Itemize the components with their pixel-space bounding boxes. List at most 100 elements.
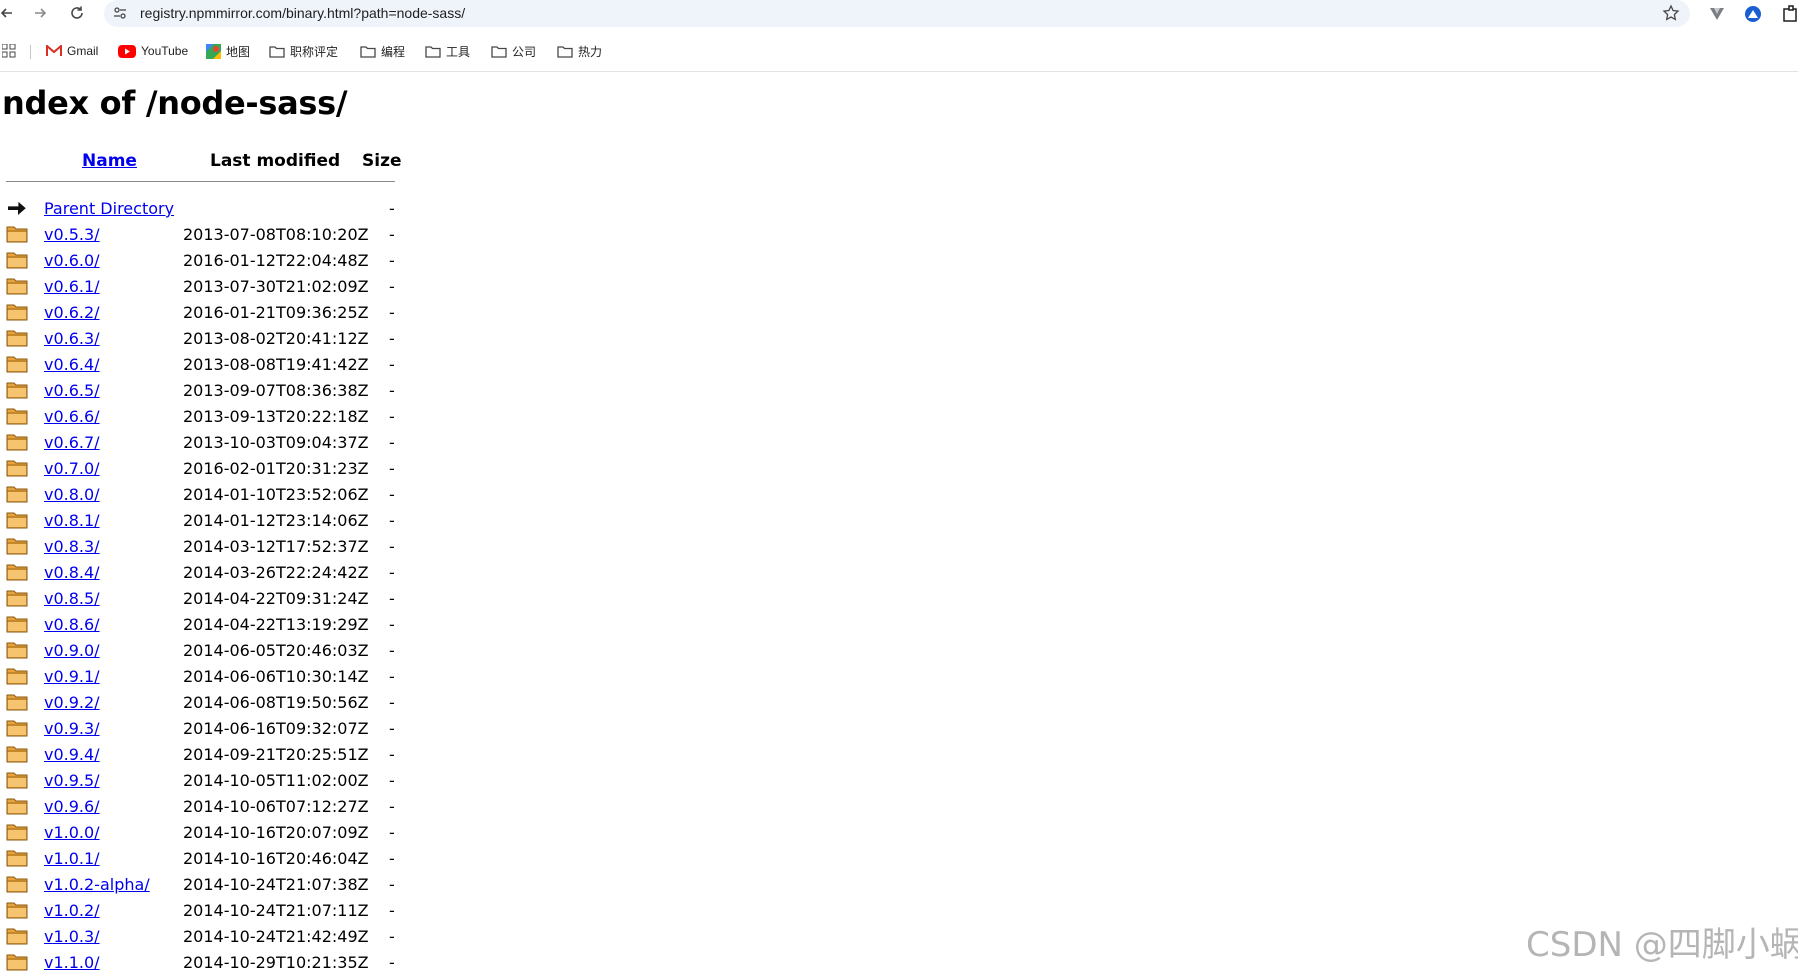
directory-link[interactable]: v0.8.0/ [44,485,100,504]
directory-link[interactable]: v1.0.3/ [44,927,100,946]
extension-profile-icon[interactable] [1743,4,1763,24]
list-item: v1.0.0/2014-10-16T20:07:09Z - [0,820,420,846]
directory-link[interactable]: v0.8.6/ [44,615,100,634]
watermark: CSDN @四脚小蜗 [1526,925,1798,965]
last-modified: 2014-06-08T19:50:56Z [183,693,369,712]
bookmark-label: YouTube [141,44,189,58]
bookmarks-bar: Gmail YouTube 地图 职称评定 编程 工具 公司 热力 [0,38,1798,64]
directory-link[interactable]: v0.6.5/ [44,381,100,400]
bookmarks-separator [30,45,31,59]
folder-icon [6,642,28,659]
back-button[interactable] [0,2,18,24]
file-size: - [389,693,395,712]
reload-button[interactable] [66,2,88,24]
bookmark-folder-reli[interactable]: 热力 [557,38,602,64]
directory-link[interactable]: v0.9.5/ [44,771,100,790]
list-item: v1.0.3/2014-10-24T21:42:49Z - [0,924,420,950]
file-size: - [389,459,395,478]
last-modified: 2016-01-21T09:36:25Z [183,303,369,322]
directory-link[interactable]: v0.6.0/ [44,251,100,270]
bookmark-folder-gongsi[interactable]: 公司 [491,38,536,64]
directory-link[interactable]: v0.9.6/ [44,797,100,816]
last-modified: 2013-07-08T08:10:20Z [183,225,369,244]
folder-icon [6,278,28,295]
bookmark-youtube[interactable]: YouTube [118,38,188,64]
last-modified: 2016-01-12T22:04:48Z [183,251,369,270]
directory-link[interactable]: v0.8.1/ [44,511,100,530]
header-divider [6,181,395,182]
bookmark-folder-zhicheng[interactable]: 职称评定 [269,38,338,64]
directory-link[interactable]: v0.7.0/ [44,459,100,478]
directory-link[interactable]: v0.9.3/ [44,719,100,738]
directory-link[interactable]: v0.6.7/ [44,433,100,452]
column-header-last-modified: Last modified [210,151,341,171]
folder-icon [6,902,28,919]
file-size: - [389,823,395,842]
bookmark-folder-gongju[interactable]: 工具 [425,38,470,64]
directory-link[interactable]: v0.8.4/ [44,563,100,582]
address-bar[interactable]: registry.npmmirror.com/binary.html?path=… [104,0,1690,27]
list-item: v0.7.0/2016-02-01T20:31:23Z - [0,456,420,482]
directory-link[interactable]: v0.9.4/ [44,745,100,764]
bookmark-gmail[interactable]: Gmail [46,38,98,64]
extensions-puzzle-icon[interactable] [1781,4,1798,24]
extension-vee-icon[interactable] [1707,4,1727,24]
arrow-left-icon [0,8,12,18]
column-header-size: Size [362,151,402,171]
gmail-icon [46,45,62,56]
url-text[interactable]: registry.npmmirror.com/binary.html?path=… [140,0,465,27]
directory-link[interactable]: v0.9.1/ [44,667,100,686]
maps-icon [206,43,221,59]
file-size: - [389,875,395,894]
bookmark-maps[interactable]: 地图 [206,38,250,64]
file-size: - [389,667,395,686]
forward-button[interactable] [29,2,51,24]
file-size: - [389,563,395,582]
directory-link[interactable]: v1.0.2/ [44,901,100,920]
parent-directory-link[interactable]: Parent Directory [44,199,174,218]
site-settings-icon[interactable] [112,5,128,21]
file-size: - [389,927,395,946]
folder-icon [6,590,28,607]
directory-link[interactable]: v1.0.1/ [44,849,100,868]
directory-link[interactable]: v0.8.3/ [44,537,100,556]
file-size: - [389,433,395,452]
list-item: v0.6.1/2013-07-30T21:02:09Z - [0,274,420,300]
last-modified: 2014-04-22T13:19:29Z [183,615,369,634]
file-size: - [389,485,395,504]
directory-link[interactable]: v0.8.5/ [44,589,100,608]
last-modified: 2013-09-07T08:36:38Z [183,381,369,400]
list-item: v0.8.1/2014-01-12T23:14:06Z - [0,508,420,534]
directory-link[interactable]: v1.1.0/ [44,953,100,972]
directory-link[interactable]: v0.6.4/ [44,355,100,374]
sort-by-name-link[interactable]: Name [82,151,137,171]
directory-link[interactable]: v1.0.2-alpha/ [44,875,150,894]
bookmark-label: 热力 [578,44,603,59]
directory-link[interactable]: v0.5.3/ [44,225,100,244]
list-item: v1.0.1/2014-10-16T20:46:04Z - [0,846,420,872]
last-modified: 2014-10-24T21:42:49Z [183,927,369,946]
apps-grid-icon [2,44,16,58]
bookmark-star-icon[interactable] [1662,4,1680,22]
directory-link[interactable]: v0.6.2/ [44,303,100,322]
last-modified: 2013-07-30T21:02:09Z [183,277,369,296]
folder-icon [6,512,28,529]
bookmark-folder-biancheng[interactable]: 编程 [360,38,405,64]
file-size: - [389,719,395,738]
directory-link[interactable]: v0.6.1/ [44,277,100,296]
folder-icon [6,720,28,737]
directory-link[interactable]: v0.9.2/ [44,693,100,712]
directory-link[interactable]: v0.6.3/ [44,329,100,348]
last-modified: 2013-09-13T20:22:18Z [183,407,369,426]
last-modified: 2013-08-02T20:41:12Z [183,329,369,348]
folder-icon [6,850,28,867]
folder-icon [6,928,28,945]
column-header-name[interactable]: Name [82,151,137,171]
list-item: v0.8.5/2014-04-22T09:31:24Z - [0,586,420,612]
folder-icon [6,226,28,243]
directory-link[interactable]: v1.0.0/ [44,823,100,842]
folder-icon [6,668,28,685]
directory-link[interactable]: v0.9.0/ [44,641,100,660]
apps-button[interactable] [2,38,16,64]
directory-link[interactable]: v0.6.6/ [44,407,100,426]
